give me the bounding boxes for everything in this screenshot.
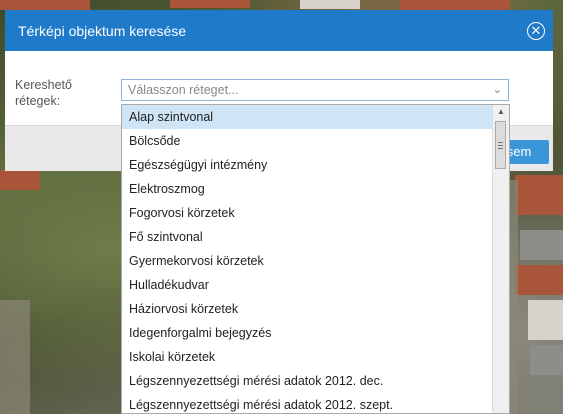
scroll-up-icon[interactable]: ▲	[493, 107, 509, 116]
layer-options-list: Alap szintvonal Bölcsőde Egészségügyi in…	[122, 105, 492, 413]
option-idegenforgalmi-bejegyzes[interactable]: Idegenforgalmi bejegyzés	[122, 321, 492, 345]
option-bolcsode[interactable]: Bölcsőde	[122, 129, 492, 153]
layer-dropdown[interactable]: Alap szintvonal Bölcsőde Egészségügyi in…	[121, 104, 510, 414]
dialog-header: Térképi objektum keresése ✕	[5, 10, 553, 51]
search-button-label: sem	[506, 144, 532, 159]
option-fogorvosi-korzetek[interactable]: Fogorvosi körzetek	[122, 201, 492, 225]
option-gyermekorvosi-korzetek[interactable]: Gyermekorvosi körzetek	[122, 249, 492, 273]
grip-icon	[498, 142, 503, 143]
dropdown-scrollbar[interactable]: ▲	[492, 105, 509, 413]
layer-select[interactable]: Válasszon réteget... ⌄	[121, 79, 509, 101]
scroll-thumb[interactable]	[495, 121, 506, 169]
option-egeszsegugyi-intezmeny[interactable]: Egészségügyi intézmény	[122, 153, 492, 177]
option-legszennyezettseg-2012-dec[interactable]: Légszennyezettségi mérési adatok 2012. d…	[122, 369, 492, 393]
option-fo-szintvonal[interactable]: Fő szintvonal	[122, 225, 492, 249]
layer-select-placeholder: Válasszon réteget...	[128, 83, 239, 97]
layers-label: Kereshető rétegek:	[15, 78, 72, 108]
dialog-title: Térképi objektum keresése	[18, 22, 187, 39]
option-hulladekudvar[interactable]: Hulladékudvar	[122, 273, 492, 297]
option-haziorvosi-korzetek[interactable]: Háziorvosi körzetek	[122, 297, 492, 321]
option-alap-szintvonal[interactable]: Alap szintvonal	[122, 105, 492, 129]
option-legszennyezettseg-2012-szept[interactable]: Légszennyezettségi mérési adatok 2012. s…	[122, 393, 492, 413]
option-iskolai-korzetek[interactable]: Iskolai körzetek	[122, 345, 492, 369]
option-elektroszmog[interactable]: Elektroszmog	[122, 177, 492, 201]
close-icon[interactable]: ✕	[527, 21, 545, 40]
chevron-down-icon[interactable]: ⌄	[493, 80, 502, 100]
